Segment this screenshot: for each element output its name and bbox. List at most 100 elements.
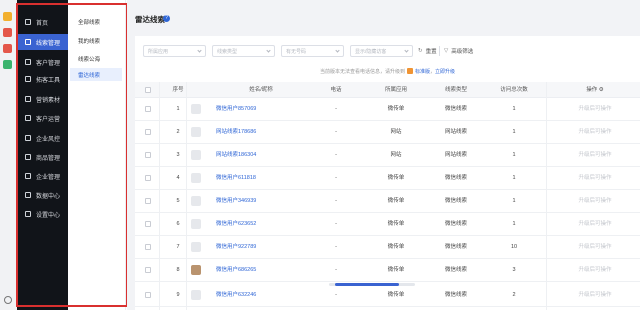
cell-phone: - [335,106,337,112]
record-icon[interactable] [3,44,12,53]
cell-app: 网站 [390,152,402,158]
col-actions: 操作 ⚙ [586,87,604,93]
cell-phone: - [335,175,337,181]
row-checkbox[interactable] [145,292,151,298]
select-all-checkbox[interactable] [145,87,151,93]
reset-button[interactable]: ↻ 重置 [418,45,437,57]
cell-name-link[interactable]: 网站线索178686 [216,121,306,144]
row-checkbox[interactable] [145,175,151,181]
advanced-filter-button[interactable]: ▽ 高级筛选 [444,45,473,57]
nav-item-home[interactable]: 首页 [17,14,68,30]
phone-filter-select[interactable]: 有无号码 [281,45,344,57]
cell-app: 微传单 [387,244,405,250]
avatar [191,219,201,229]
table-row[interactable]: 7 微信用户922789 - 微传单 微信线索 10 升级后可操作 [135,236,640,259]
cell-clue-type: 网站线索 [444,152,467,158]
row-checkbox[interactable] [145,152,151,158]
cell-visits: 1 [512,221,516,227]
avatar [191,104,201,114]
cell-action-disabled: 升级后可操作 [578,129,612,135]
cell-visits: 10 [510,244,518,250]
avatar [191,196,201,206]
app-icon-strip [0,0,17,310]
standard-edition-link[interactable]: 标准版 [415,69,430,75]
cell-clue-type: 微信线索 [444,267,467,273]
cell-phone: - [335,198,337,204]
row-checkbox[interactable] [145,267,151,273]
row-checkbox[interactable] [145,106,151,112]
sub-item-clue-pool[interactable]: 线索公海 [70,52,122,65]
cell-name-link[interactable]: 微信用户632246 [216,284,306,307]
cell-name-link[interactable]: 微信用户623652 [216,213,306,236]
col-index: 序号 [172,87,184,93]
nav-item-company-management[interactable]: 企业管理 [17,168,68,184]
help-icon[interactable]: ? [163,15,170,22]
col-app: 所属应用 [384,87,407,93]
horizontal-scrollbar[interactable] [329,283,415,286]
cell-name-link[interactable]: 微信用户346939 [216,190,306,213]
nav-item-prospecting-tools[interactable]: 拓客工具 [17,71,68,87]
mail-icon[interactable] [3,60,12,69]
tool-icon [25,76,31,82]
visitor-filter-select[interactable]: 显示/隐藏访客 [350,45,413,57]
cell-name-link[interactable]: 微信用户857069 [216,98,306,121]
cell-name-link[interactable]: 网站线索186304 [216,144,306,167]
settings-icon [25,211,31,217]
filter-icon: ▽ [444,48,449,54]
app-filter-select[interactable]: 所属应用 [143,45,206,57]
avatar [191,242,201,252]
refresh-icon: ↻ [418,48,423,54]
avatar [191,265,201,275]
megaphone-icon [25,96,31,102]
cell-visits: 2 [512,292,516,298]
row-checkbox[interactable] [145,221,151,227]
cell-visits: 1 [512,198,516,204]
clue-type-filter-select[interactable]: 线索类型 [212,45,275,57]
cell-name-link[interactable]: 微信用户611818 [216,167,306,190]
sub-item-radar-clues[interactable]: 雷达线索 [70,68,122,81]
upgrade-now-link[interactable]: 立即升级 [435,69,455,75]
badge-icon [406,68,413,74]
title-bar: 雷达线索 ? [127,0,640,32]
avatar [191,290,201,300]
nav-item-risk-control[interactable]: 企业风控 [17,130,68,146]
table-row[interactable]: 8 微信用户686265 - 微传单 微信线索 3 升级后可操作 [135,259,640,282]
star-icon[interactable] [3,12,12,21]
cell-action-disabled: 升级后可操作 [578,221,612,227]
gear-icon[interactable] [4,296,12,304]
table-row[interactable]: 6 微信用户623652 - 微传单 微信线索 1 升级后可操作 [135,213,640,236]
table-row[interactable]: 4 微信用户611818 - 微传单 微信线索 1 升级后可操作 [135,167,640,190]
table-row[interactable]: 5 微信用户346939 - 微传单 微信线索 1 升级后可操作 [135,190,640,213]
nav-item-data-center[interactable]: 数据中心 [17,187,68,203]
scrollbar-thumb[interactable] [335,283,399,286]
table-row[interactable]: 3 网站线索186304 - 网站 网站线索 1 升级后可操作 [135,144,640,167]
app-shortcut-icon[interactable] [3,28,12,37]
nav-item-settings-center[interactable]: 设置中心 [17,206,68,222]
row-checkbox[interactable] [145,244,151,250]
cell-visits: 1 [512,106,516,112]
nav-item-goods-management[interactable]: 商品管理 [17,149,68,165]
table-row[interactable]: 9 微信用户632246 - 微传单 微信线索 2 升级后可操作 [135,284,640,307]
settings-icon[interactable]: ⚙ [599,87,604,93]
cell-visits: 1 [512,175,516,181]
nav-item-customer-management[interactable]: 客户管理 [17,54,68,70]
cell-clue-type: 微信线索 [444,244,467,250]
cell-visits: 1 [512,152,516,158]
nav-item-marketing-materials[interactable]: 营销素材 [17,91,68,107]
nav-item-customer-operations[interactable]: 客户运营 [17,110,68,126]
avatar [191,173,201,183]
customer-icon [25,59,31,65]
cell-name-link[interactable]: 微信用户686265 [216,259,306,282]
cell-name-link[interactable]: 微信用户922789 [216,236,306,259]
content-card: 所属应用 线索类型 有无号码 显示/隐藏访客 ↻ 重置 ▽ 高级筛选 当前版本无法查… [135,36,640,310]
nav-item-clue-management[interactable]: 线索管理 [17,34,68,50]
row-checkbox[interactable] [145,198,151,204]
cell-phone: - [335,267,337,273]
cell-phone: - [335,292,337,298]
table-row[interactable]: 2 网站线索178686 - 网站 网站线索 1 升级后可操作 [135,121,640,144]
sub-item-my-clues[interactable]: 我的线索 [70,34,122,47]
main-content: 雷达线索 ? 所属应用 线索类型 有无号码 显示/隐藏访客 ↻ 重置 ▽ 高级筛选 … [127,0,640,310]
sub-item-all-clues[interactable]: 全部线索 [70,15,122,28]
row-checkbox[interactable] [145,129,151,135]
table-row[interactable]: 1 微信用户857069 - 微传单 微信线索 1 升级后可操作 [135,98,640,121]
